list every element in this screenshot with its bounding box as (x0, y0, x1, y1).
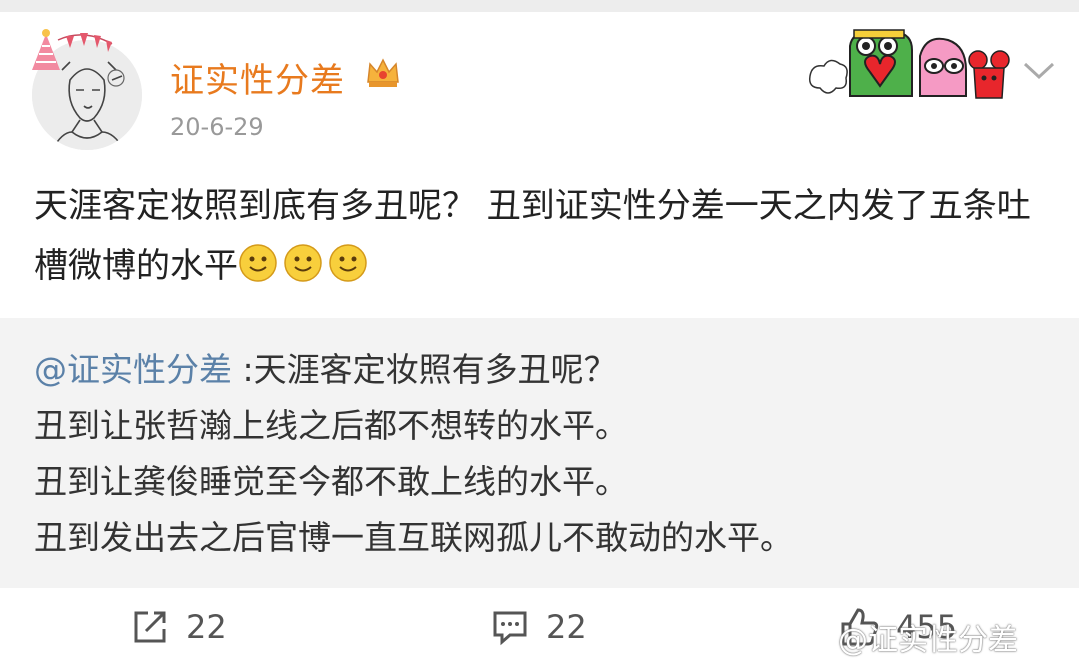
smile-emoji-icon (238, 242, 278, 282)
top-divider (0, 0, 1079, 12)
share-count: 22 (186, 608, 227, 646)
party-hat-icon (24, 26, 116, 90)
comment-count: 22 (546, 608, 587, 646)
smile-emoji-icon (283, 242, 323, 282)
mention-link[interactable]: @证实性分差 (34, 350, 232, 389)
post-body: 天涯客定妆照到底有多丑呢？ 丑到证实性分差一天之内发了五条吐槽微博的水平 (34, 186, 1031, 286)
repost-line: 丑到发出去之后官博一直互联网孤儿不敢动的水平。 (34, 518, 793, 557)
repost-text: @证实性分差 :天涯客定妆照有多丑呢？ 丑到让张哲瀚上线之后都不想转的水平。 丑… (34, 342, 1064, 566)
crown-badge-icon (364, 54, 402, 96)
repost-line: 丑到让张哲瀚上线之后都不想转的水平。 (34, 406, 628, 445)
post-date: 20-6-29 (170, 113, 264, 141)
cartoon-stickers-icon (808, 26, 1013, 110)
comment-button[interactable]: 22 (490, 604, 587, 650)
repost-box[interactable]: @证实性分差 :天涯客定妆照有多丑呢？ 丑到让张哲瀚上线之后都不想转的水平。 丑… (0, 318, 1079, 588)
repost-line: @证实性分差 :天涯客定妆照有多丑呢？ (34, 342, 1064, 398)
post-text: 天涯客定妆照到底有多丑呢？ 丑到证实性分差一天之内发了五条吐槽微博的水平 (34, 176, 1054, 296)
smile-emoji-icon (328, 242, 368, 282)
chevron-down-icon[interactable] (1022, 60, 1056, 86)
watermark: @证实性分差 (838, 623, 1018, 658)
share-button[interactable]: 22 (130, 604, 227, 650)
repost-line-text: :天涯客定妆照有多丑呢？ (232, 350, 617, 389)
username[interactable]: 证实性分差 (170, 53, 345, 102)
comment-icon (493, 611, 527, 646)
repost-line: 丑到让龚俊睡觉至今都不敢上线的水平。 (34, 462, 628, 501)
share-icon (134, 611, 166, 643)
